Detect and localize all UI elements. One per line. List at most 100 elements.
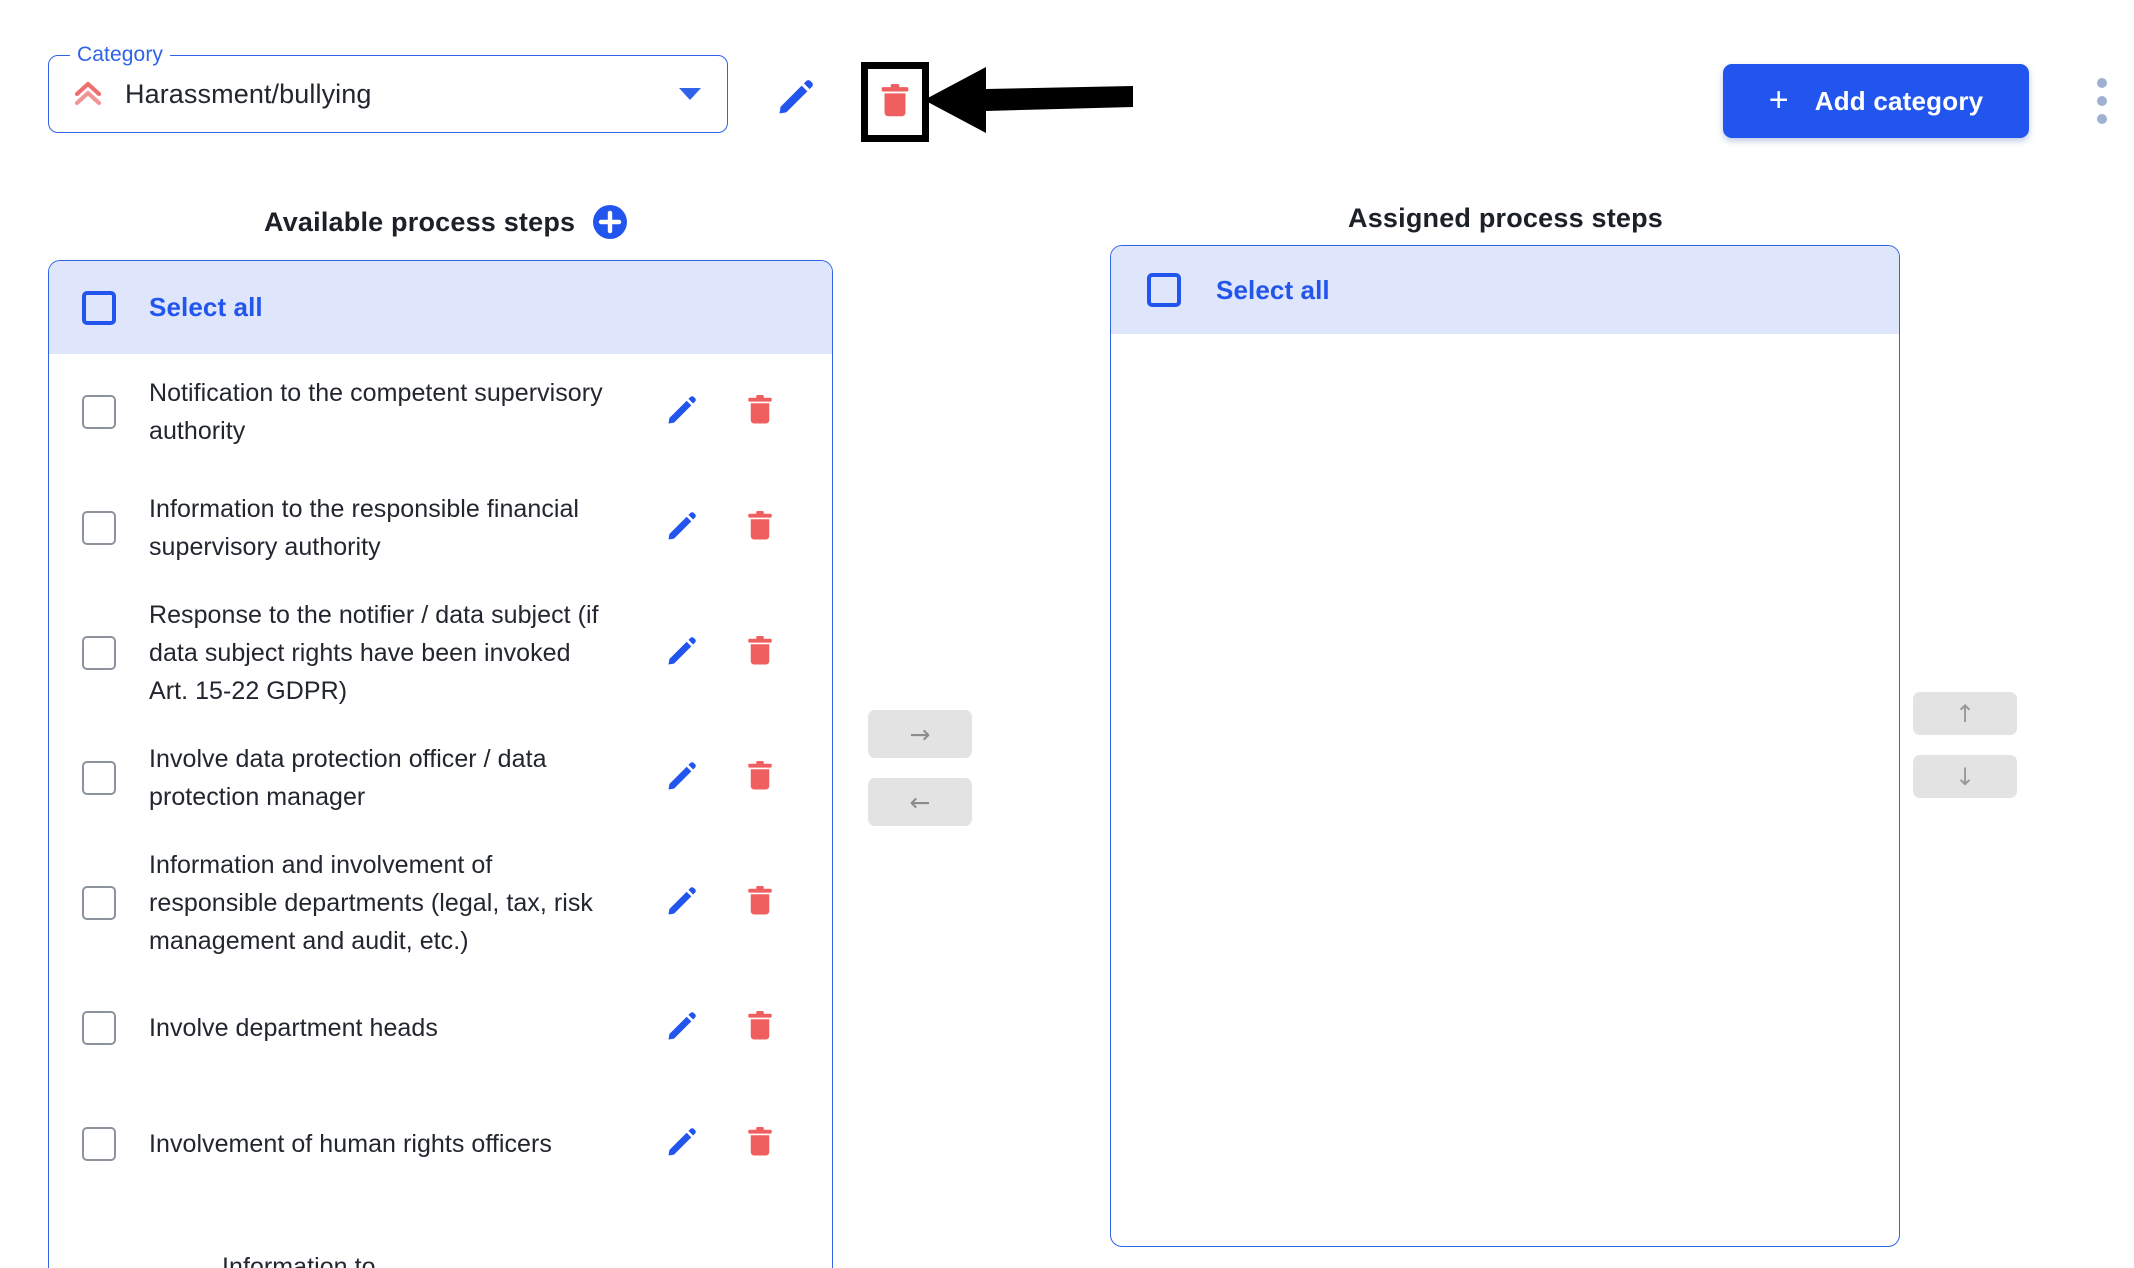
edit-process-step-button[interactable] bbox=[664, 885, 700, 921]
add-category-button[interactable]: + Add category bbox=[1723, 64, 2029, 138]
pencil-icon bbox=[664, 1124, 700, 1165]
trash-icon bbox=[745, 1009, 775, 1048]
delete-process-step-button[interactable] bbox=[742, 394, 778, 430]
kebab-dot bbox=[2097, 78, 2107, 88]
process-step-checkbox-cell bbox=[49, 511, 149, 545]
process-step-checkbox-cell bbox=[49, 636, 149, 670]
process-step-checkbox[interactable] bbox=[82, 511, 116, 545]
available-steps-list: Notification to the competent supervisor… bbox=[49, 354, 832, 1202]
process-step-label: Information and involvement of responsib… bbox=[149, 851, 593, 955]
process-step-label: Response to the notifier / data subject … bbox=[149, 601, 599, 705]
delete-process-step-button[interactable] bbox=[742, 1010, 778, 1046]
available-select-all-checkbox[interactable] bbox=[82, 290, 116, 325]
kebab-menu-icon[interactable] bbox=[2096, 78, 2108, 124]
process-step-checkbox[interactable] bbox=[82, 761, 116, 795]
assigned-panel-title-text: Assigned process steps bbox=[1348, 203, 1664, 233]
process-step-checkbox-cell bbox=[49, 886, 149, 920]
process-step-actions bbox=[664, 1010, 832, 1046]
move-left-button[interactable]: ← bbox=[868, 778, 972, 826]
process-step-checkbox-cell bbox=[49, 761, 149, 795]
available-select-all-checkbox-cell bbox=[49, 290, 149, 325]
process-step-label: Information to the responsible financial… bbox=[149, 495, 580, 561]
trash-icon bbox=[878, 82, 912, 123]
assigned-process-steps-panel: Select all bbox=[1110, 245, 1900, 1247]
chevron-down-icon[interactable] bbox=[679, 88, 701, 100]
delete-process-step-button[interactable] bbox=[742, 635, 778, 671]
delete-process-step-button[interactable] bbox=[742, 510, 778, 546]
edit-process-step-button[interactable] bbox=[664, 394, 700, 430]
process-step-actions bbox=[664, 760, 832, 796]
process-step-checkbox-cell bbox=[49, 1127, 149, 1161]
assigned-panel-title: Assigned process steps bbox=[1348, 203, 1663, 234]
process-step-checkbox[interactable] bbox=[82, 886, 116, 920]
double-chevron-up-icon bbox=[71, 77, 105, 111]
assigned-select-all-checkbox[interactable] bbox=[1146, 273, 1181, 307]
available-panel-title-text: Available process steps bbox=[264, 206, 576, 237]
process-step-row[interactable]: Response to the notifier / data subject … bbox=[49, 586, 832, 720]
process-step-label: Involvement of human rights officers bbox=[149, 1130, 552, 1158]
edit-process-step-button[interactable] bbox=[664, 635, 700, 671]
pencil-icon bbox=[774, 75, 818, 122]
available-panel-title: Available process steps bbox=[264, 205, 628, 239]
available-clipped-next-label: Information to responsible third parties bbox=[222, 1253, 376, 1268]
pencil-icon bbox=[664, 508, 700, 549]
edit-category-button[interactable] bbox=[770, 72, 822, 124]
delete-process-step-button[interactable] bbox=[742, 760, 778, 796]
pencil-icon bbox=[664, 633, 700, 674]
available-select-all-label: Select all bbox=[149, 292, 263, 322]
move-up-button[interactable]: ↑ bbox=[1913, 692, 2017, 735]
process-step-actions bbox=[664, 1126, 832, 1162]
category-selected-value: Harassment/bullying bbox=[125, 78, 372, 109]
process-step-checkbox-cell bbox=[49, 1011, 149, 1045]
available-clipped-next-row: Information to responsible third parties bbox=[48, 1248, 833, 1268]
move-right-button[interactable]: → bbox=[868, 710, 972, 758]
pencil-icon bbox=[664, 1008, 700, 1049]
pencil-icon bbox=[664, 883, 700, 924]
process-step-actions bbox=[664, 394, 832, 430]
delete-category-button[interactable] bbox=[868, 69, 922, 135]
process-step-checkbox[interactable] bbox=[82, 395, 116, 429]
process-step-actions bbox=[664, 635, 832, 671]
category-select[interactable]: Category Harassment/bullying bbox=[48, 42, 728, 133]
process-step-actions bbox=[664, 885, 832, 921]
process-step-row[interactable]: Involve department heads bbox=[49, 970, 832, 1086]
trash-icon bbox=[745, 393, 775, 432]
trash-icon bbox=[745, 1125, 775, 1164]
category-field-legend: Category bbox=[70, 42, 171, 68]
pencil-icon bbox=[664, 392, 700, 433]
assigned-select-all-row[interactable]: Select all bbox=[1111, 246, 1899, 334]
pencil-icon bbox=[664, 758, 700, 799]
process-step-row[interactable]: Involve data protection officer / data p… bbox=[49, 720, 832, 836]
add-process-step-button[interactable] bbox=[593, 205, 628, 239]
add-category-label: Add category bbox=[1814, 85, 1984, 116]
process-step-row[interactable]: Information to the responsible financial… bbox=[49, 470, 832, 586]
move-down-button[interactable]: ↓ bbox=[1913, 755, 2017, 798]
delete-process-step-button[interactable] bbox=[742, 1126, 778, 1162]
reorder-button-group: ↑ ↓ bbox=[1913, 692, 2017, 798]
process-step-actions bbox=[664, 510, 832, 546]
process-step-checkbox[interactable] bbox=[82, 1011, 116, 1045]
transfer-button-group: → ← bbox=[868, 710, 972, 826]
assigned-select-all-label: Select all bbox=[1216, 274, 1330, 305]
trash-icon bbox=[745, 759, 775, 798]
process-step-row[interactable]: Notification to the competent supervisor… bbox=[49, 354, 832, 470]
trash-icon bbox=[745, 634, 775, 673]
trash-icon bbox=[745, 509, 775, 548]
annotation-arrow-icon bbox=[920, 55, 1135, 145]
assigned-select-all-checkbox-cell bbox=[1111, 273, 1216, 307]
kebab-dot bbox=[2097, 114, 2107, 124]
available-select-all-row[interactable]: Select all bbox=[49, 261, 832, 354]
process-step-checkbox[interactable] bbox=[82, 636, 116, 670]
edit-process-step-button[interactable] bbox=[664, 1126, 700, 1162]
edit-process-step-button[interactable] bbox=[664, 510, 700, 546]
edit-process-step-button[interactable] bbox=[664, 1010, 700, 1046]
process-step-label: Involve department heads bbox=[149, 1014, 438, 1042]
process-step-checkbox[interactable] bbox=[82, 1127, 116, 1161]
trash-icon bbox=[745, 884, 775, 923]
edit-process-step-button[interactable] bbox=[664, 760, 700, 796]
process-step-row[interactable]: Information and involvement of responsib… bbox=[49, 836, 832, 970]
plus-icon: + bbox=[1768, 80, 1789, 119]
kebab-dot bbox=[2097, 96, 2107, 106]
delete-process-step-button[interactable] bbox=[742, 885, 778, 921]
process-step-row[interactable]: Involvement of human rights officers bbox=[49, 1086, 832, 1202]
